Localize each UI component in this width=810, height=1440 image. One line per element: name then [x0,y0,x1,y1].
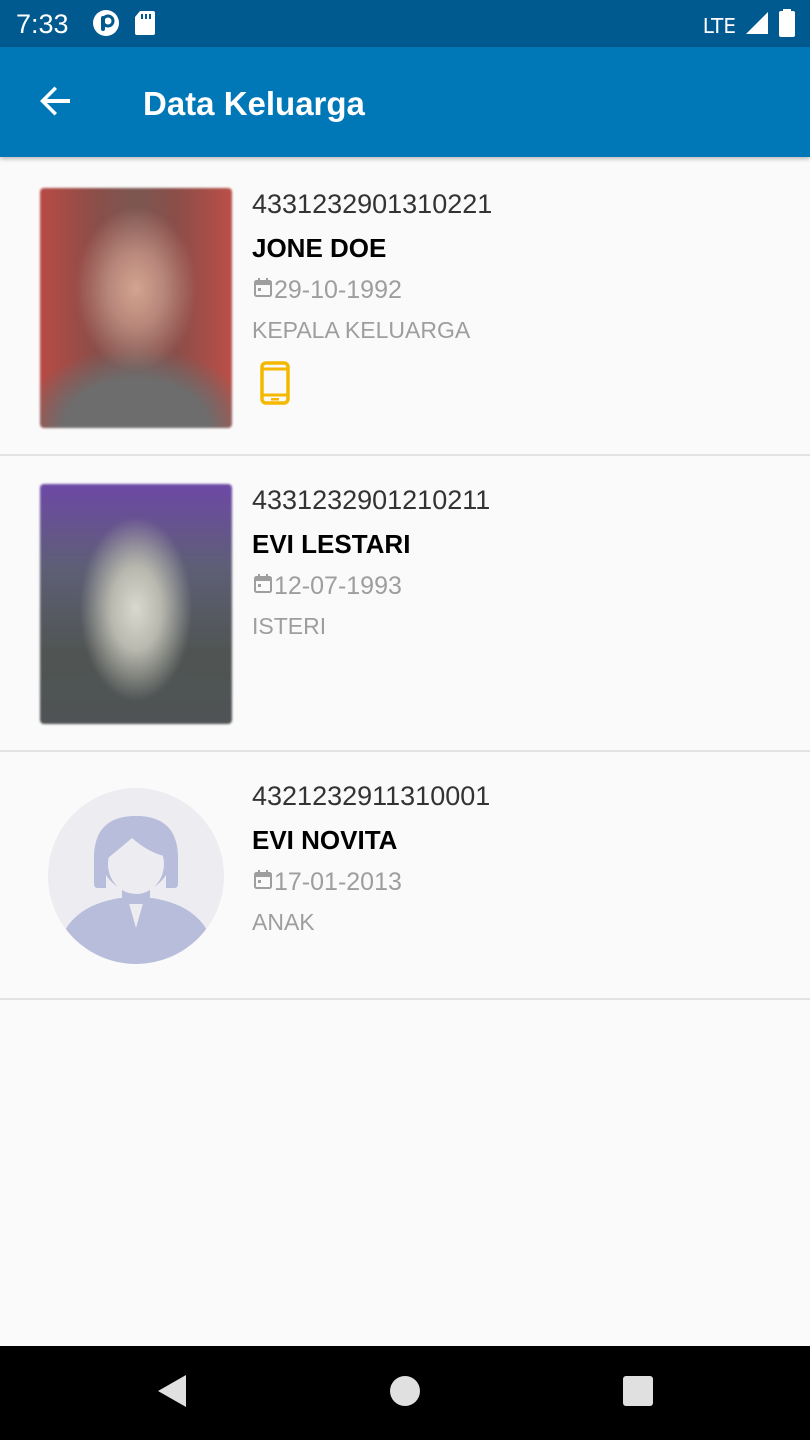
member-dob-row: 29-10-1992 [252,274,492,306]
network-type: LTE [702,13,736,38]
back-triangle-icon [154,1373,188,1414]
status-system-icons: LTE [703,8,796,43]
member-info: 4331232901310221 JONE DOE 29-10-1992 KEP… [252,188,492,405]
family-member-list: 4331232901310221 JONE DOE 29-10-1992 KEP… [0,160,810,1000]
default-avatar-icon [48,788,224,964]
nav-recents-button[interactable] [613,1368,663,1418]
member-info: 4331232901210211 EVI LESTARI 12-07-1993 … [252,484,490,641]
pinterest-like-app-icon [92,9,120,42]
status-bar: 7:33 LTE [0,0,810,47]
nav-home-button[interactable] [380,1368,430,1418]
member-photo [40,188,232,428]
page-title: Data Keluarga [143,85,365,122]
sd-card-icon [134,9,156,42]
calendar-icon [252,573,274,600]
member-name: EVI LESTARI [252,529,411,559]
member-info: 4321232911310001 EVI NOVITA 17-01-2013 A… [252,780,490,937]
system-navigation-bar [0,1346,810,1440]
family-member-item[interactable]: 4331232901310221 JONE DOE 29-10-1992 KEP… [0,160,810,456]
member-dob-row: 17-01-2013 [252,866,490,898]
status-time: 7:33 [16,9,69,39]
member-dob-row: 12-07-1993 [252,570,490,602]
app-bar: Data Keluarga [0,47,810,157]
back-button[interactable] [28,75,84,131]
member-dob: 29-10-1992 [274,276,402,304]
member-relation: ISTERI [252,613,327,639]
arrow-back-icon [38,83,74,124]
member-name: EVI NOVITA [252,825,398,855]
signal-icon [744,10,770,41]
member-nik: 4331232901310221 [252,189,493,219]
member-photo [40,484,232,724]
member-dob: 17-01-2013 [274,868,402,896]
recents-square-icon [622,1375,654,1412]
member-nik: 4331232901210211 [252,485,491,515]
member-dob: 12-07-1993 [274,572,402,600]
member-nik: 4321232911310001 [252,781,491,811]
status-notification-icons [92,9,156,42]
smartphone-icon[interactable] [260,361,290,405]
family-member-item[interactable]: 4331232901210211 EVI LESTARI 12-07-1993 … [0,456,810,752]
member-relation: ANAK [252,909,315,935]
home-circle-icon [389,1375,421,1412]
member-relation: KEPALA KELUARGA [252,317,471,343]
nav-back-button[interactable] [146,1368,196,1418]
calendar-icon [252,869,274,896]
member-name: JONE DOE [252,233,387,263]
battery-icon [778,8,796,43]
family-member-item[interactable]: 4321232911310001 EVI NOVITA 17-01-2013 A… [0,752,810,1000]
calendar-icon [252,277,274,304]
